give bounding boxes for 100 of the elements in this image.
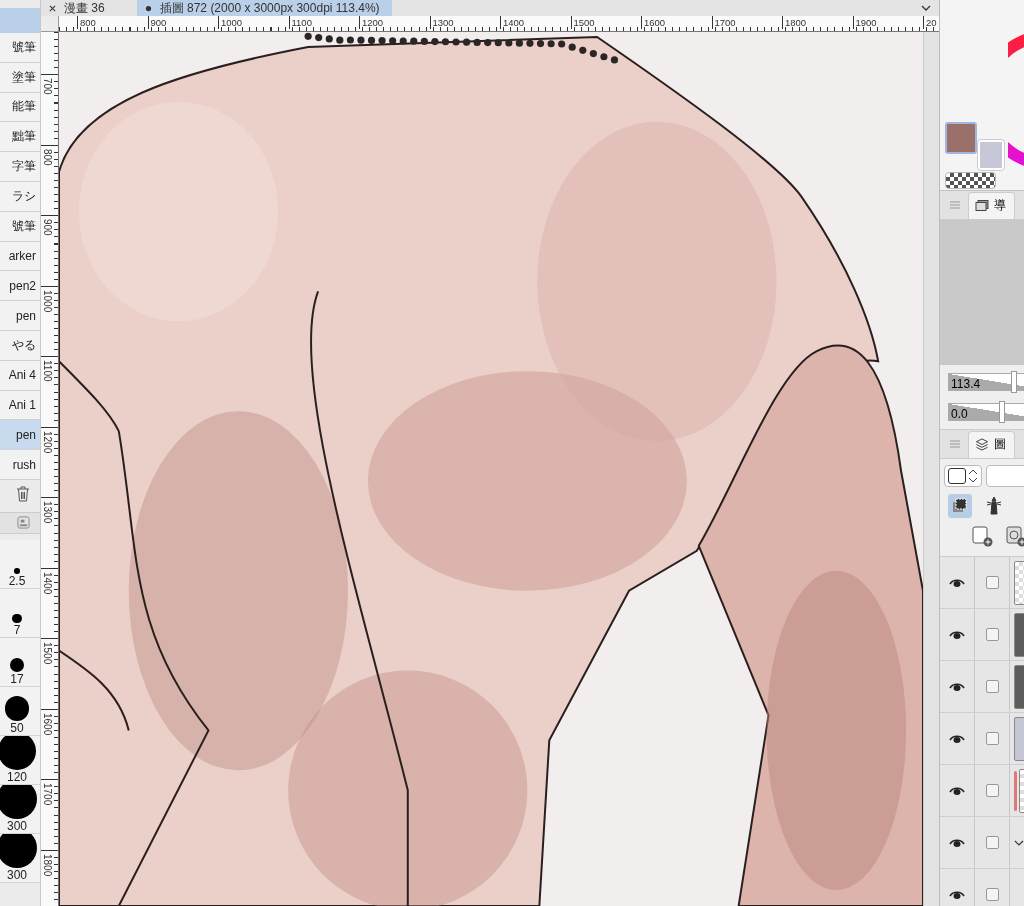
list-view-icon[interactable] [17, 516, 30, 530]
brush-size-item[interactable]: 120 [0, 735, 40, 785]
brush-size-label: 2.5 [8, 573, 26, 588]
ruler-label: 900 [42, 219, 53, 236]
clip-layer-icon[interactable] [948, 494, 972, 518]
brush-size-item[interactable]: 2.5 [0, 539, 40, 589]
ruler-label: 1000 [42, 289, 53, 312]
document-tab[interactable]: 漫畫 36 [41, 0, 117, 16]
new-layer-icon[interactable] [970, 524, 994, 548]
brush-dot-icon [0, 735, 37, 770]
brush-size-label: 7 [13, 622, 21, 637]
brush-size-item[interactable]: 300 [0, 784, 40, 834]
layer-checkbox[interactable] [985, 628, 999, 641]
window-icon [975, 199, 989, 212]
brush-item[interactable]: 能筆 [0, 92, 40, 123]
ruler-label: 800 [77, 16, 148, 29]
brush-item[interactable]: Ani 1 [0, 390, 40, 421]
main-color-swatch[interactable] [945, 122, 977, 154]
brush-dot-icon [4, 696, 30, 721]
ruler-label: 1700 [711, 16, 782, 29]
ruler-label: 1200 [359, 16, 430, 29]
brush-item[interactable]: やる [0, 330, 40, 361]
eye-icon[interactable] [949, 837, 965, 848]
ruler-label: 800 [42, 148, 53, 166]
layer-checkbox[interactable] [985, 836, 999, 849]
ruler-label: 1600 [42, 712, 53, 735]
ruler-label: 1400 [500, 16, 571, 29]
trash-icon[interactable] [16, 485, 30, 502]
ruler-label: 1700 [42, 783, 53, 806]
transparent-color-swatch[interactable] [945, 172, 996, 189]
brush-dot-icon [14, 568, 20, 574]
layer-checkbox[interactable] [985, 888, 999, 901]
brush-dot-icon [0, 784, 37, 819]
ruler-label: 1100 [42, 360, 53, 382]
layer-marker [1014, 770, 1017, 811]
ruler-label: 1100 [288, 16, 359, 29]
brush-item[interactable]: Ani 4 [0, 360, 40, 391]
brush-item[interactable]: arker [0, 241, 40, 272]
brush-dot-icon [0, 833, 37, 868]
brush-item[interactable]: 塗筆 [0, 62, 40, 93]
ruler-label: 1200 [42, 430, 53, 453]
layer-row[interactable] [940, 609, 1024, 661]
brush-dot-icon [9, 657, 25, 672]
brush-item[interactable]: rush [0, 450, 40, 480]
square-icon [948, 468, 966, 484]
brush-item[interactable]: pen [0, 420, 40, 451]
layer-tab[interactable]: 圖 [968, 431, 1015, 458]
caret-icon[interactable] [1014, 839, 1024, 846]
brush-item[interactable]: 黜筆 [0, 122, 40, 153]
ruler-label: 900 [147, 16, 218, 29]
ruler-label: 700 [42, 78, 53, 95]
brush-size-label: 120 [7, 769, 27, 784]
brush-item[interactable]: 號筆 [0, 33, 40, 63]
ruler-label: 1800 [782, 16, 853, 29]
brush-item[interactable]: pen [0, 301, 40, 331]
brush-item[interactable]: pen2 [0, 271, 40, 302]
ruler-label: 1300 [42, 501, 53, 524]
layer-checkbox[interactable] [985, 732, 999, 745]
ruler-label: 1400 [42, 571, 53, 594]
blend-mode-selector[interactable] [944, 465, 982, 487]
ruler-label: 1800 [42, 853, 53, 876]
layer-checkbox[interactable] [985, 784, 999, 797]
brush-size-item[interactable]: 50 [0, 686, 40, 736]
navigator-tab[interactable]: 導 [968, 192, 1015, 219]
zoom-slider[interactable]: 113.4 [948, 373, 1024, 391]
ruler-label: 1900 [852, 16, 923, 29]
chevron-down-icon[interactable] [921, 5, 931, 11]
layer-checkbox[interactable] [985, 576, 999, 589]
ruler-label: 1500 [42, 642, 53, 665]
brush-size-item[interactable]: 17 [0, 637, 40, 687]
brush-size-label: 300 [7, 867, 27, 882]
ruler-label: 1300 [429, 16, 500, 29]
layer-row[interactable] [940, 661, 1024, 713]
eye-icon[interactable] [949, 733, 965, 744]
brush-size-label: 50 [10, 720, 24, 735]
rotation-slider[interactable]: 0.0 [948, 403, 1024, 421]
ruler-label: 1600 [641, 16, 712, 29]
eye-icon[interactable] [949, 785, 965, 796]
eye-icon[interactable] [949, 577, 965, 588]
layers-icon [975, 438, 989, 451]
brush-dot-icon [12, 613, 22, 623]
brush-size-label: 300 [7, 818, 27, 833]
eye-icon[interactable] [949, 889, 965, 900]
ruler-label: 1000 [218, 16, 289, 29]
brush-size-item[interactable]: 7 [0, 588, 40, 638]
eye-icon[interactable] [949, 629, 965, 640]
brush-size-label: 17 [10, 671, 24, 686]
layer-checkbox[interactable] [985, 680, 999, 693]
panel-header [0, 8, 40, 33]
ruler-label: 1500 [570, 16, 641, 29]
new-vector-layer-icon[interactable] [1004, 524, 1024, 548]
brush-size-item[interactable]: 300 [0, 833, 40, 883]
document-tab[interactable]: 插圖 872 (2000 x 3000px 300dpi 113.4%) [136, 0, 392, 16]
brush-item[interactable]: 字筆 [0, 152, 40, 182]
close-icon[interactable] [49, 4, 56, 12]
brush-item[interactable]: ラシ [0, 182, 40, 212]
secondary-color-swatch[interactable] [978, 140, 1004, 170]
brush-item[interactable]: 號筆 [0, 211, 40, 242]
eye-icon[interactable] [949, 681, 965, 692]
up-down-arrows-icon [968, 468, 978, 484]
